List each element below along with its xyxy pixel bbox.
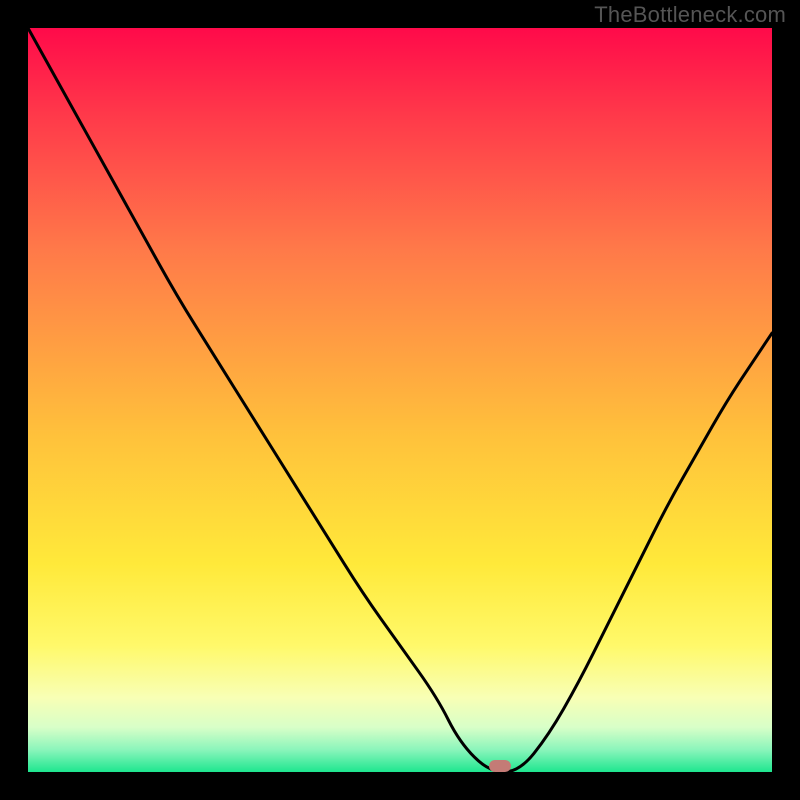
curve-path: [28, 28, 772, 772]
plot-area: [28, 28, 772, 772]
chart-frame: TheBottleneck.com: [0, 0, 800, 800]
bottleneck-curve: [28, 28, 772, 772]
watermark-text: TheBottleneck.com: [594, 2, 786, 28]
optimal-point-marker: [489, 760, 511, 772]
